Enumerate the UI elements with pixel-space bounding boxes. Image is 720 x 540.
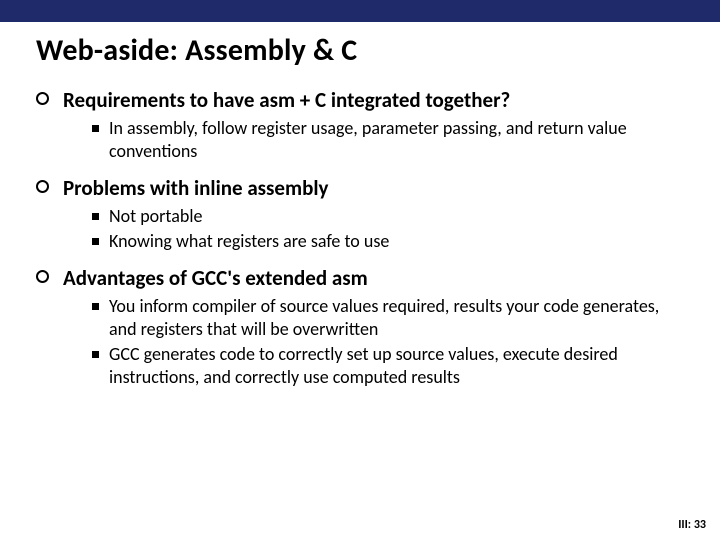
sub-text: GCC generates code to correctly set up s… (109, 343, 669, 389)
sub-list: In assembly, follow register usage, para… (92, 117, 684, 163)
sub-text: You inform compiler of source values req… (109, 295, 669, 341)
sub-text: In assembly, follow register usage, para… (109, 117, 669, 163)
section-row: Problems with inline assembly (36, 175, 684, 201)
square-bullet-icon (92, 303, 99, 310)
square-bullet-icon (92, 125, 99, 132)
sub-list: You inform compiler of source values req… (92, 295, 684, 389)
section-heading: Problems with inline assembly (63, 175, 328, 201)
slide-number: III: 33 (678, 518, 706, 532)
sub-text: Knowing what registers are safe to use (109, 230, 389, 253)
section-heading: Advantages of GCC's extended asm (63, 265, 368, 291)
circle-bullet-icon (36, 180, 49, 193)
sub-text: Not portable (109, 205, 202, 228)
square-bullet-icon (92, 238, 99, 245)
section-row: Requirements to have asm + C integrated … (36, 87, 684, 113)
sub-item: GCC generates code to correctly set up s… (92, 343, 684, 389)
square-bullet-icon (92, 213, 99, 220)
section-heading: Requirements to have asm + C integrated … (63, 87, 510, 113)
sub-item: In assembly, follow register usage, para… (92, 117, 684, 163)
square-bullet-icon (92, 351, 99, 358)
sub-item: Knowing what registers are safe to use (92, 230, 684, 253)
section-row: Advantages of GCC's extended asm (36, 265, 684, 291)
circle-bullet-icon (36, 270, 49, 283)
sub-item: Not portable (92, 205, 684, 228)
slide-body: Web-aside: Assembly & C Requirements to … (0, 22, 720, 389)
circle-bullet-icon (36, 92, 49, 105)
sub-item: You inform compiler of source values req… (92, 295, 684, 341)
header-bar (0, 0, 720, 22)
slide-title: Web-aside: Assembly & C (36, 32, 684, 69)
sub-list: Not portable Knowing what registers are … (92, 205, 684, 253)
